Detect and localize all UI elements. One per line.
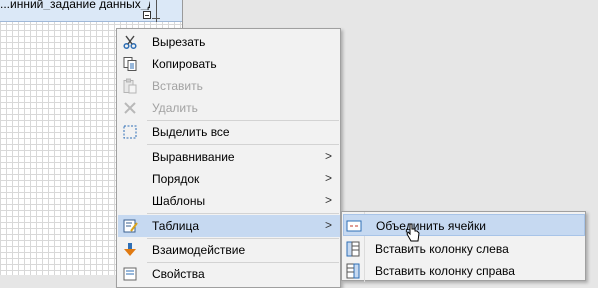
menu-item-label: Порядок [152,172,200,186]
insert-column-right-icon [345,263,361,279]
menu-item-label: Свойства [152,267,205,281]
menu-item-label: Выравнивание [152,150,235,164]
report-band[interactable]: ...инний_задание данных_д [0,0,182,22]
menu-item-cut[interactable]: Вырезать [118,31,340,53]
hand-cursor-icon [406,223,420,243]
menu-item-label: Взаимодействие [152,243,246,257]
menu-item-label: Вырезать [152,35,206,49]
interaction-icon [122,242,138,258]
menu-item-table[interactable]: Таблица > [118,215,340,237]
band-caption: ...инний_задание данных_д [0,0,150,10]
chevron-right-icon: > [324,193,332,207]
menu-separator [147,213,339,214]
table-edit-icon [122,218,138,234]
paste-icon [122,78,138,94]
menu-item-paste[interactable]: Вставить [118,75,340,97]
table-submenu: Объединить ячейки Вставить колонку слева… [341,211,586,282]
menu-item-label: Таблица [152,219,200,233]
copy-icon [122,56,138,72]
menu-item-label: Шаблоны [152,194,206,208]
submenu-item-label: Вставить колонку справа [375,264,515,278]
submenu-item-label: Объединить ячейки [376,219,486,233]
menu-item-templates[interactable]: Шаблоны > [118,190,340,212]
context-menu: Вырезать Копировать Вставить Удалить Выд… [116,28,341,288]
scissors-icon [122,34,138,50]
band-divider-horizontal [152,18,160,19]
submenu-item-insert-column-left[interactable]: Вставить колонку слева [343,238,585,260]
menu-item-label: Выделить все [152,125,230,139]
band-collapse-handle[interactable] [143,11,151,19]
chevron-right-icon: > [324,149,332,163]
menu-item-alignment[interactable]: Выравнивание > [118,146,340,168]
select-all-icon [122,124,138,140]
chevron-right-icon: > [324,218,332,232]
menu-item-order[interactable]: Порядок > [118,168,340,190]
delete-icon [122,100,138,116]
menu-item-label: Вставить [152,79,203,93]
properties-icon [122,266,138,282]
menu-item-label: Копировать [152,57,217,71]
menu-item-delete[interactable]: Удалить [118,97,340,119]
menu-separator [147,144,339,145]
submenu-item-label: Вставить колонку слева [375,242,509,256]
submenu-item-insert-column-right[interactable]: Вставить колонку справа [343,260,585,282]
chevron-right-icon: > [324,171,332,185]
menu-item-copy[interactable]: Копировать [118,53,340,75]
menu-item-interaction[interactable]: Взаимодействие [118,239,340,261]
merge-cells-icon [346,218,362,234]
insert-column-left-icon [345,241,361,257]
menu-item-label: Удалить [152,101,198,115]
menu-item-properties[interactable]: Свойства [118,263,340,285]
menu-item-select-all[interactable]: Выделить все [118,121,340,143]
submenu-item-merge-cells[interactable]: Объединить ячейки [343,214,585,236]
